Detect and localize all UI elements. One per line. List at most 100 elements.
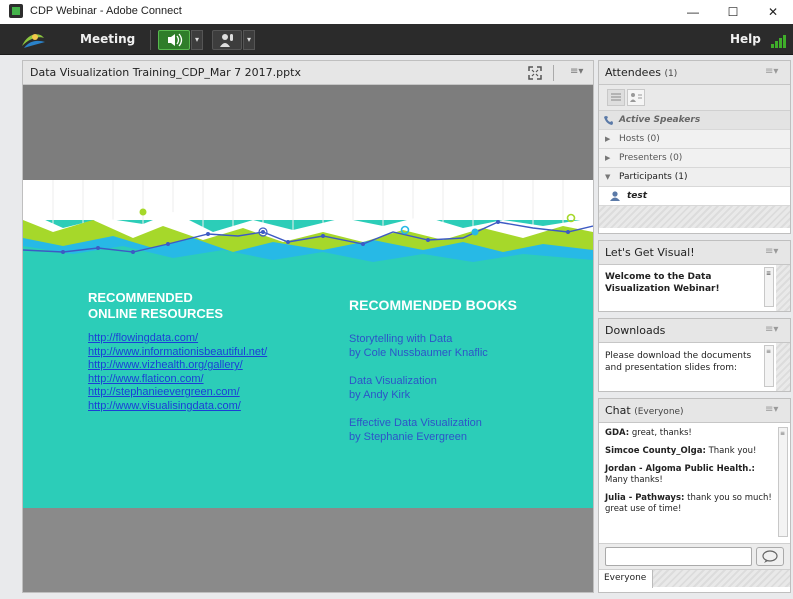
resource-links-list: http://flowingdata.com/ http://www.infor…	[88, 332, 267, 413]
welcome-text: Welcome to the Data Visualization Webina…	[605, 272, 720, 294]
resource-link[interactable]: http://www.vizhealth.org/gallery/	[88, 359, 267, 373]
lets-get-visual-body: Welcome to the Data Visualization Webina…	[599, 265, 790, 311]
adobe-connect-app-icon	[9, 4, 23, 18]
book-title: Data Visualization	[349, 375, 437, 387]
lets-get-visual-pod: Let's Get Visual! ≡▾ Welcome to the Data…	[598, 240, 791, 312]
chat-text: great, thanks!	[631, 428, 692, 438]
attendee-count: (1)	[664, 69, 678, 79]
chat-sender: Jordan - Algoma Public Health.:	[605, 464, 755, 474]
speaker-button[interactable]	[158, 30, 190, 50]
share-pod-menu-icon[interactable]: ≡▾	[570, 66, 583, 77]
chat-message-list: GDA: great, thanks! Simcoe County_Olga: …	[599, 423, 790, 543]
attendees-pod: Attendees (1) ≡▾ Active Speakers ▶ Hosts…	[598, 60, 791, 234]
window-titlebar: CDP Webinar - Adobe Connect — ☐ ✕	[0, 0, 793, 24]
book-author: by Cole Nussbaumer Knaflic	[349, 347, 488, 359]
note-scrollbar[interactable]	[764, 267, 774, 307]
help-menu[interactable]: Help	[730, 32, 761, 46]
downloads-scrollbar[interactable]	[764, 345, 774, 387]
minimize-button[interactable]: —	[678, 2, 708, 22]
lets-get-visual-title: Let's Get Visual!	[605, 246, 695, 259]
header-divider	[553, 65, 554, 81]
chat-tab-bar: Everyone	[599, 569, 790, 588]
menubar: Meeting ▾ ▾ Help	[0, 24, 793, 55]
list-view-icon[interactable]	[607, 89, 625, 106]
chat-scope: (Everyone)	[634, 407, 684, 417]
chat-input[interactable]	[605, 547, 752, 566]
presenters-label: Presenters (0)	[619, 153, 683, 163]
chat-send-button[interactable]	[756, 547, 784, 566]
chat-text: Thank you!	[708, 446, 757, 456]
collapse-triangle-icon: ▼	[605, 173, 611, 181]
connection-signal-icon	[771, 35, 786, 48]
attendees-empty-area	[599, 206, 790, 228]
active-speakers-label: Active Speakers	[619, 115, 701, 125]
chat-title-text: Chat	[605, 404, 631, 417]
resource-link[interactable]: http://www.flaticon.com/	[88, 373, 267, 387]
chat-pod: Chat (Everyone) ≡▾ GDA: great, thanks! S…	[598, 398, 791, 593]
chat-message: Jordan - Algoma Public Health.: Many tha…	[605, 464, 774, 486]
note-side-area	[776, 265, 790, 311]
book-item: Effective Data Visualization by Stephani…	[349, 416, 488, 444]
participants-label: Participants (1)	[619, 172, 688, 182]
books-heading: RECOMMENDED BOOKS	[349, 297, 518, 313]
chat-scrollbar[interactable]	[778, 427, 788, 537]
status-view-icon[interactable]	[627, 89, 645, 106]
resource-link[interactable]: http://flowingdata.com/	[88, 332, 267, 346]
slide-decorative-graphic	[23, 180, 593, 275]
attendees-pod-menu-icon[interactable]: ≡▾	[765, 66, 778, 77]
fullscreen-icon[interactable]	[528, 66, 542, 80]
attendees-title: Attendees (1)	[605, 66, 677, 79]
expand-triangle-icon: ▶	[605, 135, 611, 143]
chat-message: GDA: great, thanks!	[605, 428, 774, 439]
chat-sender: Simcoe County_Olga:	[605, 446, 706, 456]
share-pod-title: Data Visualization Training_CDP_Mar 7 20…	[30, 66, 301, 79]
chat-text: Many thanks!	[605, 475, 663, 485]
presentation-slide: RECOMMENDED ONLINE RESOURCES RECOMMENDED…	[23, 180, 593, 508]
presenters-row[interactable]: ▶ Presenters (0)	[599, 149, 790, 168]
chat-sender: GDA:	[605, 428, 630, 438]
book-item: Data Visualization by Andy Kirk	[349, 374, 488, 402]
chat-message: Julia - Pathways: thank you so much! gre…	[605, 493, 774, 515]
downloads-side-area	[776, 343, 790, 391]
attendees-pod-header: Attendees (1) ≡▾	[599, 61, 790, 85]
online-resources-heading-line1: RECOMMENDED	[88, 290, 193, 305]
downloads-header: Downloads ≡▾	[599, 319, 790, 343]
hosts-row[interactable]: ▶ Hosts (0)	[599, 130, 790, 149]
speaker-dropdown[interactable]: ▾	[191, 30, 203, 50]
chat-sender: Julia - Pathways:	[605, 493, 685, 503]
resource-link[interactable]: http://www.informationisbeautiful.net/	[88, 346, 267, 360]
downloads-text: Please download the documents and presen…	[605, 351, 752, 373]
downloads-body: Please download the documents and presen…	[599, 343, 790, 391]
meeting-menu[interactable]: Meeting	[80, 32, 135, 46]
book-author: by Stephanie Evergreen	[349, 431, 468, 443]
resource-link[interactable]: http://www.visualisingdata.com/	[88, 400, 267, 414]
lets-get-visual-menu-icon[interactable]: ≡▾	[765, 246, 778, 257]
maximize-button[interactable]: ☐	[718, 2, 748, 22]
book-title: Effective Data Visualization	[349, 417, 482, 429]
participants-row[interactable]: ▼ Participants (1)	[599, 168, 790, 187]
expand-triangle-icon: ▶	[605, 154, 611, 162]
book-list: Storytelling with Data by Cole Nussbaume…	[349, 332, 488, 458]
hosts-label: Hosts (0)	[619, 134, 660, 144]
adobe-connect-logo-icon[interactable]	[18, 28, 48, 50]
microphone-user-icon	[220, 34, 233, 47]
attendees-title-text: Attendees	[605, 66, 661, 79]
close-button[interactable]: ✕	[758, 2, 788, 22]
toolbar-divider	[150, 30, 151, 50]
active-speakers-row: Active Speakers	[599, 111, 790, 130]
chat-menu-icon[interactable]: ≡▾	[765, 404, 778, 415]
speech-bubble-icon	[762, 550, 778, 563]
participant-item[interactable]: test	[599, 187, 790, 206]
speaker-icon	[168, 33, 183, 47]
book-title: Storytelling with Data	[349, 333, 453, 345]
chat-title: Chat (Everyone)	[605, 404, 684, 417]
microphone-button[interactable]	[212, 30, 242, 50]
online-resources-heading: RECOMMENDED ONLINE RESOURCES	[88, 290, 223, 322]
attendees-toolbar	[599, 85, 790, 111]
share-pod-background	[23, 508, 593, 592]
microphone-dropdown[interactable]: ▾	[243, 30, 255, 50]
chat-tab-everyone[interactable]: Everyone	[599, 570, 653, 588]
resource-link[interactable]: http://stephanieevergreen.com/	[88, 386, 267, 400]
downloads-menu-icon[interactable]: ≡▾	[765, 324, 778, 335]
phone-icon	[604, 116, 613, 125]
